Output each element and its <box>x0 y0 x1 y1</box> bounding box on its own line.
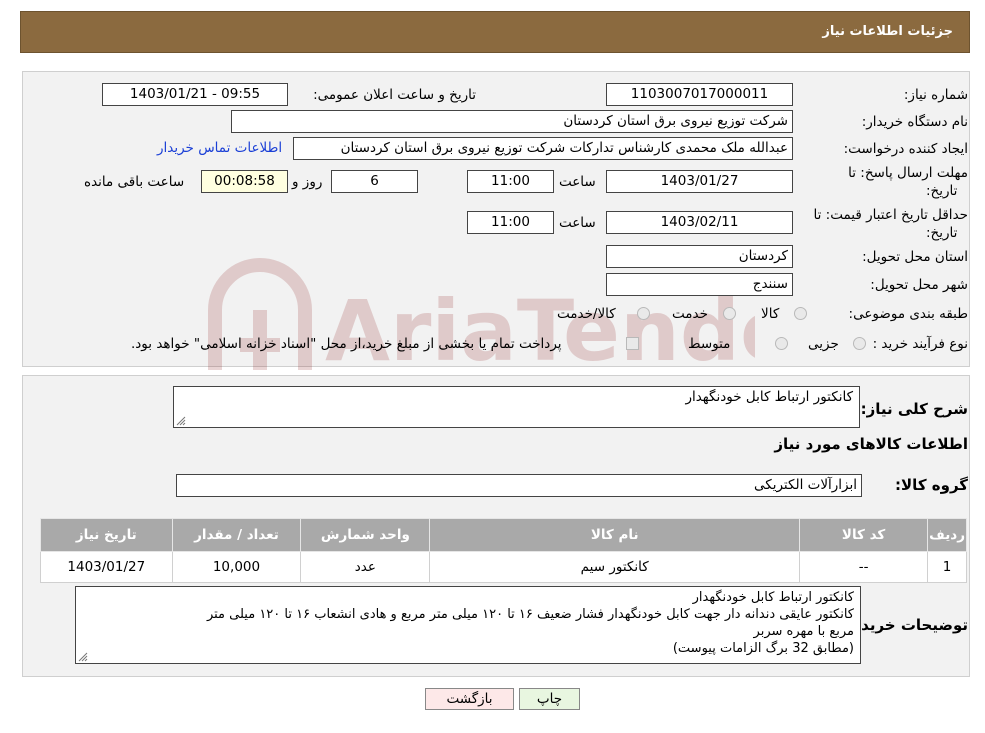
resize-grip-icon[interactable] <box>78 652 88 662</box>
process-radio-medium[interactable] <box>775 337 788 350</box>
process-option-medium: متوسط <box>688 336 731 352</box>
buyer-org-label: نام دستگاه خریدار: <box>861 114 968 130</box>
buyer-notes-field: کانکتور ارتباط کابل خودنگهدار کانکتور عا… <box>75 586 861 664</box>
general-desc-text: کانکتور ارتباط کابل خودنگهدار <box>685 389 853 405</box>
category-option-goods-service: کالا/خدمت <box>557 306 616 322</box>
validity-label: حداقل تاریخ اعتبار قیمت: تا <box>813 207 968 223</box>
col-name: نام کالا <box>429 518 801 552</box>
general-desc-field: کانکتور ارتباط کابل خودنگهدار <box>173 386 860 428</box>
days-label: روز و <box>292 174 323 190</box>
back-button[interactable]: بازگشت <box>425 688 514 710</box>
resize-grip-icon[interactable] <box>176 416 186 426</box>
buyer-org-field: شرکت توزیع نیروی برق استان کردستان <box>231 110 793 133</box>
goods-group-label: گروه کالا: <box>895 476 968 494</box>
cell-qty: 10,000 <box>171 551 302 583</box>
goods-group-field: ابزارآلات الکتریکی <box>176 474 862 497</box>
province-label: استان محل تحویل: <box>862 249 968 265</box>
validity-label-date: تاریخ: <box>926 225 958 241</box>
need-number-field: 1103007017000011 <box>606 83 793 106</box>
need-number-label: شماره نیاز: <box>903 87 968 103</box>
col-unit: واحد شمارش <box>300 518 431 552</box>
print-button[interactable]: چاپ <box>519 688 580 710</box>
province-field: کردستان <box>606 245 793 268</box>
process-label: نوع فرآیند خرید : <box>872 336 968 352</box>
remaining-time-field: 00:08:58 <box>201 170 288 193</box>
col-code: کد کالا <box>799 518 929 552</box>
creator-field: عبدالله ملک محمدی کارشناس تدارکات شرکت ت… <box>293 137 793 160</box>
goods-table-header: ردیف کد کالا نام کالا واحد شمارش تعداد /… <box>40 518 967 552</box>
buyer-notes-line-3: مربع با مهره سربر <box>753 624 854 639</box>
cell-date: 1403/01/27 <box>40 551 173 583</box>
validity-time-field: 11:00 <box>467 211 554 234</box>
general-desc-label: شرح کلی نیاز: <box>860 400 968 418</box>
city-field: سنندج <box>606 273 793 296</box>
cell-name: کانکتور سیم <box>429 551 801 583</box>
cell-row: 1 <box>927 551 967 583</box>
category-radio-goods-service[interactable] <box>637 307 650 320</box>
table-row: 1 -- کانکتور سیم عدد 10,000 1403/01/27 <box>40 551 967 583</box>
col-qty: تعداد / مقدار <box>171 518 302 552</box>
deadline-time-label: ساعت <box>559 174 596 190</box>
city-label: شهر محل تحویل: <box>870 277 968 293</box>
deadline-date-field: 1403/01/27 <box>606 170 793 193</box>
category-radio-service[interactable] <box>723 307 736 320</box>
category-label: طبقه بندی موضوعی: <box>848 306 968 322</box>
buyer-notes-line-1: کانکتور ارتباط کابل خودنگهدار <box>692 590 854 605</box>
validity-time-label: ساعت <box>559 215 596 231</box>
cell-code: -- <box>799 551 929 583</box>
col-date: تاریخ نیاز <box>40 518 173 552</box>
process-radio-minor[interactable] <box>853 337 866 350</box>
buyer-notes-line-2: کانکتور عایقی دندانه دار جهت کابل خودنگه… <box>206 607 854 622</box>
remaining-label: ساعت باقی مانده <box>84 174 185 190</box>
cell-unit: عدد <box>300 551 431 583</box>
category-radio-goods[interactable] <box>794 307 807 320</box>
buyer-notes-line-4: (مطابق 32 برگ الزامات پیوست) <box>672 641 854 656</box>
deadline-label: مهلت ارسال پاسخ: تا <box>848 165 968 181</box>
category-option-service: خدمت <box>672 306 708 322</box>
process-option-minor: جزیی <box>808 336 839 352</box>
days-field: 6 <box>331 170 418 193</box>
category-option-goods: کالا <box>761 306 780 322</box>
page-title: جزئیات اطلاعات نیاز <box>822 24 953 39</box>
deadline-time-field: 11:00 <box>467 170 554 193</box>
col-row: ردیف <box>927 518 967 552</box>
buyer-contact-link[interactable]: اطلاعات تماس خریدار <box>157 140 282 156</box>
goods-table: ردیف کد کالا نام کالا واحد شمارش تعداد /… <box>40 518 967 583</box>
validity-date-field: 1403/02/11 <box>606 211 793 234</box>
announce-field: 1403/01/21 - 09:55 <box>102 83 288 106</box>
deadline-label-date: تاریخ: <box>926 183 958 199</box>
payment-note: پرداخت تمام یا بخشی از مبلغ خرید،از محل … <box>131 336 562 352</box>
creator-label: ایجاد کننده درخواست: <box>843 141 968 157</box>
treasury-checkbox[interactable] <box>626 337 639 350</box>
page-header: جزئیات اطلاعات نیاز <box>20 11 970 53</box>
announce-label: تاریخ و ساعت اعلان عمومی: <box>313 87 476 103</box>
goods-info-title: اطلاعات کالاهای مورد نیاز <box>774 435 968 453</box>
